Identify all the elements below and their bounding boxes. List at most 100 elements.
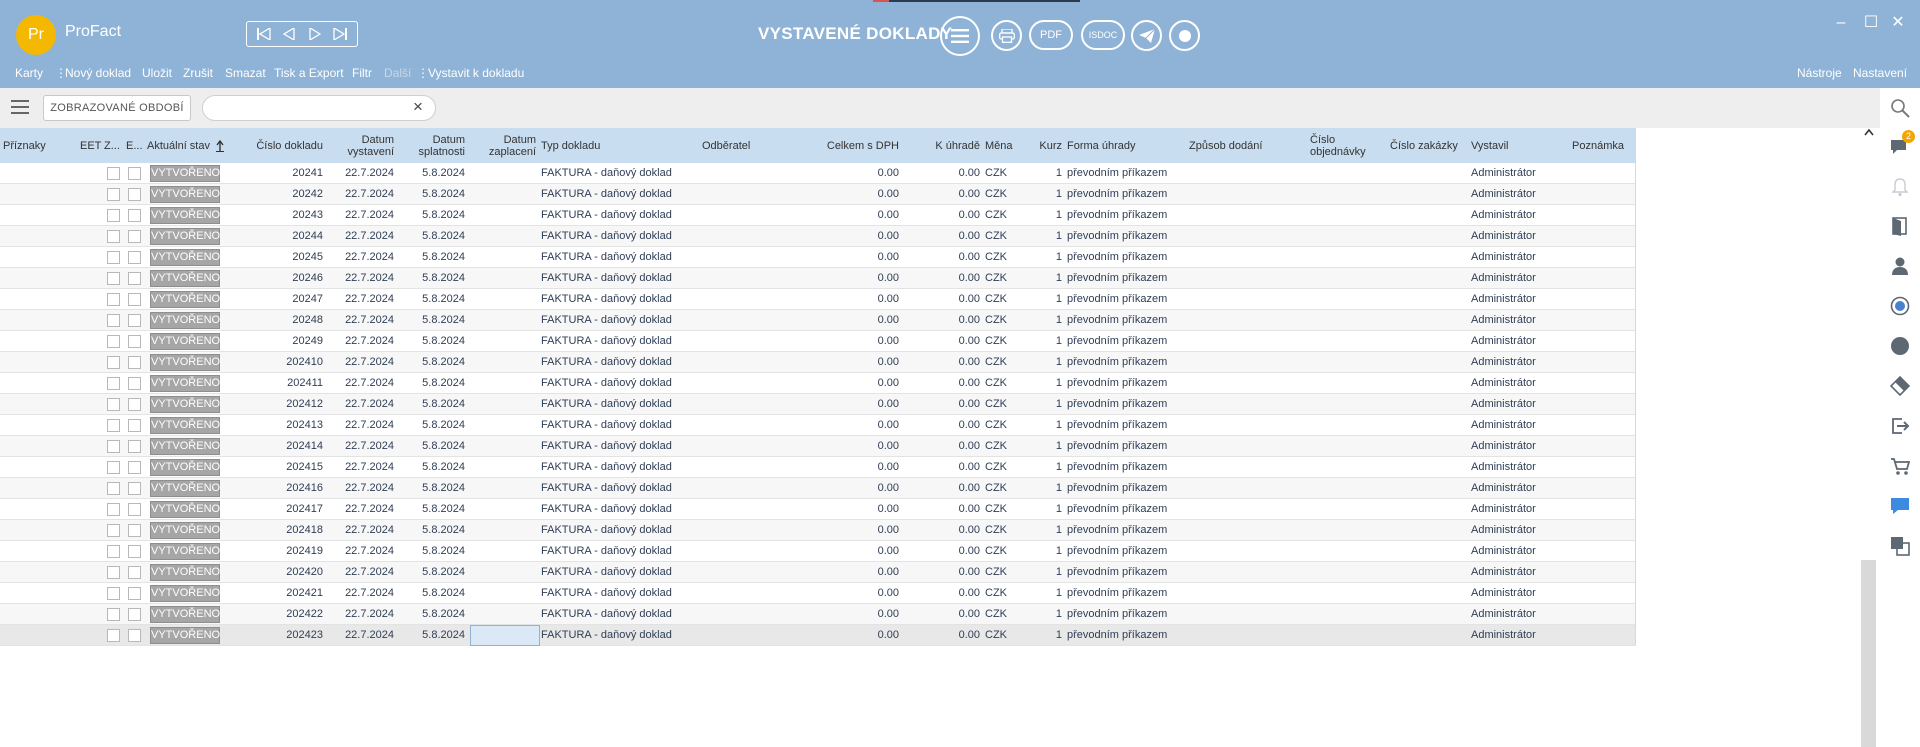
column-header-kurz[interactable]: Kurz <box>1030 128 1062 163</box>
column-header-datum-vystaveni[interactable]: Datum vystavení <box>340 128 394 163</box>
menu-smazat[interactable]: Smazat <box>225 66 266 80</box>
table-row[interactable]: VYTVOŘENO 202415 22.7.2024 5.8.2024 FAKTURA … <box>0 457 1636 478</box>
sort-ascending-icon[interactable] <box>216 128 228 163</box>
previous-record-button[interactable] <box>280 25 298 43</box>
row-checkbox-z[interactable] <box>107 608 120 621</box>
table-row[interactable]: VYTVOŘENO 20247 22.7.2024 5.8.2024 FAKTURA -… <box>0 289 1636 310</box>
table-row[interactable]: VYTVOŘENO 202420 22.7.2024 5.8.2024 FAKTURA … <box>0 562 1636 583</box>
table-row[interactable]: VYTVOŘENO 20245 22.7.2024 5.8.2024 FAKTURA -… <box>0 247 1636 268</box>
menu-vystavit-k-dokladu[interactable]: Vystavit k dokladu <box>428 66 524 80</box>
row-checkbox-z[interactable] <box>107 314 120 327</box>
column-header-datum-zaplaceni[interactable]: Datum zaplacení <box>480 128 536 163</box>
table-row[interactable]: VYTVOŘENO 202419 22.7.2024 5.8.2024 FAKTURA … <box>0 541 1636 562</box>
row-checkbox-e[interactable] <box>128 503 141 516</box>
row-checkbox-z[interactable] <box>107 398 120 411</box>
menu-tisk-a-export[interactable]: Tisk a Export <box>274 66 344 80</box>
row-checkbox-e[interactable] <box>128 587 141 600</box>
row-checkbox-z[interactable] <box>107 587 120 600</box>
column-header-cislo-dokladu[interactable]: Číslo dokladu <box>245 128 323 163</box>
row-checkbox-e[interactable] <box>128 230 141 243</box>
row-checkbox-z[interactable] <box>107 167 120 180</box>
send-email-button[interactable] <box>1131 20 1162 51</box>
row-checkbox-e[interactable] <box>128 524 141 537</box>
window-close-button[interactable]: ✕ <box>1889 14 1907 32</box>
column-header-priznaky[interactable]: Příznaky <box>3 128 63 163</box>
last-record-button[interactable] <box>331 25 349 43</box>
row-checkbox-e[interactable] <box>128 167 141 180</box>
row-checkbox-z[interactable] <box>107 335 120 348</box>
menu-filtr[interactable]: Filtr <box>352 66 372 80</box>
user-icon[interactable] <box>1890 256 1910 276</box>
next-record-button[interactable] <box>306 25 324 43</box>
column-header-poznamka[interactable]: Poznámka <box>1572 128 1632 163</box>
column-header-e[interactable]: E... <box>126 128 146 163</box>
table-row[interactable]: VYTVOŘENO 202411 22.7.2024 5.8.2024 FAKTURA … <box>0 373 1636 394</box>
row-checkbox-e[interactable] <box>128 440 141 453</box>
scroll-up-arrow-icon[interactable] <box>1864 128 1874 139</box>
row-checkbox-z[interactable] <box>107 209 120 222</box>
tags-icon[interactable] <box>1889 375 1911 397</box>
column-header-celkem-s-dph[interactable]: Celkem s DPH <box>800 128 899 163</box>
row-checkbox-z[interactable] <box>107 356 120 369</box>
column-header-mena[interactable]: Měna <box>985 128 1025 163</box>
row-checkbox-e[interactable] <box>128 356 141 369</box>
window-minimize-button[interactable]: – <box>1832 14 1850 32</box>
table-row[interactable]: VYTVOŘENO 202416 22.7.2024 5.8.2024 FAKTURA … <box>0 478 1636 499</box>
search-icon[interactable] <box>1890 98 1910 118</box>
record-button[interactable] <box>1169 20 1200 51</box>
first-record-button[interactable] <box>255 25 273 43</box>
row-checkbox-z[interactable] <box>107 566 120 579</box>
scrollbar-thumb[interactable] <box>1861 560 1876 747</box>
table-row[interactable]: VYTVOŘENO 202412 22.7.2024 5.8.2024 FAKTURA … <box>0 394 1636 415</box>
row-checkbox-e[interactable] <box>128 461 141 474</box>
table-row[interactable]: VYTVOŘENO 20246 22.7.2024 5.8.2024 FAKTURA -… <box>0 268 1636 289</box>
bell-icon[interactable] <box>1890 177 1910 197</box>
column-header-z[interactable]: Z... <box>104 128 126 163</box>
row-checkbox-z[interactable] <box>107 440 120 453</box>
row-checkbox-e[interactable] <box>128 272 141 285</box>
exit-door-icon[interactable] <box>1890 216 1910 236</box>
row-checkbox-e[interactable] <box>128 335 141 348</box>
table-row[interactable]: VYTVOŘENO 20242 22.7.2024 5.8.2024 FAKTURA -… <box>0 184 1636 205</box>
row-checkbox-z[interactable] <box>107 293 120 306</box>
main-menu-button[interactable] <box>940 16 980 56</box>
row-checkbox-e[interactable] <box>128 545 141 558</box>
row-checkbox-z[interactable] <box>107 188 120 201</box>
row-checkbox-z[interactable] <box>107 503 120 516</box>
row-checkbox-e[interactable] <box>128 629 141 642</box>
table-row[interactable]: VYTVOŘENO 20244 22.7.2024 5.8.2024 FAKTURA -… <box>0 226 1636 247</box>
layers-icon[interactable] <box>1890 536 1910 556</box>
table-row[interactable]: VYTVOŘENO 202422 22.7.2024 5.8.2024 FAKTURA … <box>0 604 1636 625</box>
column-header-typ-dokladu[interactable]: Typ dokladu <box>541 128 661 163</box>
table-row[interactable]: VYTVOŘENO 202423 22.7.2024 5.8.2024 FAKTURA … <box>0 625 1636 646</box>
column-header-cislo-objednavky[interactable]: Číslo objednávky <box>1310 128 1378 163</box>
table-row[interactable]: VYTVOŘENO 20241 22.7.2024 5.8.2024 FAKTURA -… <box>0 163 1636 184</box>
table-row[interactable]: VYTVOŘENO 202410 22.7.2024 5.8.2024 FAKTURA … <box>0 352 1636 373</box>
table-row[interactable]: VYTVOŘENO 202413 22.7.2024 5.8.2024 FAKTURA … <box>0 415 1636 436</box>
print-button[interactable] <box>991 20 1022 51</box>
sign-out-icon[interactable] <box>1890 416 1910 436</box>
period-button[interactable]: ZOBRAZOVANÉ OBDOBÍ <box>43 95 191 121</box>
row-checkbox-z[interactable] <box>107 272 120 285</box>
row-checkbox-e[interactable] <box>128 209 141 222</box>
row-checkbox-z[interactable] <box>107 419 120 432</box>
column-header-eet[interactable]: EET <box>80 128 104 163</box>
selected-cell-datum-zaplaceni[interactable] <box>470 625 540 646</box>
row-checkbox-e[interactable] <box>128 251 141 264</box>
column-header-cislo-zakazky[interactable]: Číslo zakázky <box>1390 128 1470 163</box>
column-header-datum-splatnosti[interactable]: Datum splatnosti <box>400 128 465 163</box>
row-checkbox-z[interactable] <box>107 377 120 390</box>
menu-nastaveni[interactable]: Nastavení <box>1853 66 1907 80</box>
menu-karty[interactable]: Karty <box>15 66 43 80</box>
table-row[interactable]: VYTVOŘENO 202418 22.7.2024 5.8.2024 FAKTURA … <box>0 520 1636 541</box>
row-checkbox-z[interactable] <box>107 545 120 558</box>
pdf-export-button[interactable]: PDF <box>1029 20 1073 50</box>
row-checkbox-e[interactable] <box>128 377 141 390</box>
column-header-vystavil[interactable]: Vystavil <box>1471 128 1551 163</box>
table-row[interactable]: VYTVOŘENO 20248 22.7.2024 5.8.2024 FAKTURA -… <box>0 310 1636 331</box>
target-icon[interactable] <box>1890 296 1910 316</box>
table-row[interactable]: VYTVOŘENO 202421 22.7.2024 5.8.2024 FAKTURA … <box>0 583 1636 604</box>
clear-search-icon[interactable]: × <box>413 97 423 117</box>
row-checkbox-e[interactable] <box>128 398 141 411</box>
row-checkbox-z[interactable] <box>107 482 120 495</box>
